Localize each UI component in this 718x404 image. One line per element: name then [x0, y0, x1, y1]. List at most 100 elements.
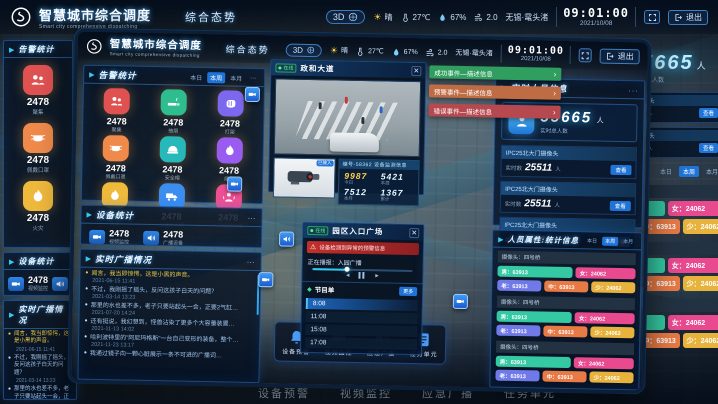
device-stat[interactable]: 2478 视频监控 [89, 228, 129, 246]
female-pill[interactable]: 女：24062 [668, 201, 718, 216]
old-pill[interactable]: 老：63913 [495, 370, 539, 382]
alarm-tile[interactable]: 2478 佩戴口罩 [4, 123, 72, 174]
old-pill[interactable]: 老：63913 [496, 325, 540, 337]
alarm-tile[interactable]: 2478 聚集 [4, 65, 72, 116]
tab-week[interactable]: 本周 [679, 166, 699, 177]
group-camera: 摄像头：四号桥 [496, 341, 634, 356]
warning-toast[interactable]: 预警事件—描述信息 › [429, 84, 561, 100]
tab-overview[interactable]: 综合态势 [226, 42, 270, 56]
progress-knob[interactable] [344, 267, 349, 272]
alarm-tile[interactable]: 2478 佩戴口罩 [88, 135, 144, 181]
more-menu[interactable]: ··· [628, 86, 639, 95]
camera-marker-icon[interactable] [258, 272, 273, 287]
device-stat[interactable]: 2478 视频监控 [4, 270, 72, 297]
speaker-icon [143, 230, 159, 244]
camera-thumbnail[interactable]: 已接入 [273, 157, 336, 198]
schedule-row[interactable]: 11:08 [306, 311, 418, 324]
broadcast-item[interactable]: ●我通过镜子向一颗心脏展示一条不可进的广播词… [79, 348, 259, 362]
panel-marker-icon: ▶ [89, 71, 95, 79]
alert-text: 设备检测到异常的预警信息 [319, 243, 385, 252]
attr-group: 摄像头：四号桥 男：63913 女：24062 老：63913 中：63913 … [497, 251, 636, 294]
camera-marker-icon[interactable] [245, 87, 260, 102]
middle-pill[interactable]: 中：63913 [542, 371, 586, 383]
exit-button[interactable]: 退出 [600, 48, 640, 64]
broadcast-item[interactable]: ●那里的水也差不多，老子只要站起头一会，正要2气缸… [4, 384, 76, 400]
dispatch-window[interactable]: 智慧城市综合调度 Smart city comprehensive dispat… [68, 29, 651, 394]
view-button[interactable]: 查看 [610, 164, 631, 174]
female-pill[interactable]: 女：24062 [668, 315, 718, 330]
young-pill[interactable]: 少：24062 [590, 326, 634, 338]
alarm-tile[interactable]: 2478 聚集 [89, 88, 145, 134]
exit-button[interactable]: 退出 [668, 10, 708, 25]
tab-day[interactable]: 本日 [187, 71, 205, 82]
alarm-tile[interactable]: 2478 抽烟 [146, 89, 202, 135]
old-pill[interactable]: 老：63913 [497, 280, 541, 292]
total-label: 实时总人数 [540, 126, 603, 135]
female-pill[interactable]: 女：24062 [576, 267, 636, 279]
tab-month[interactable]: 本月 [620, 237, 636, 246]
middle-pill[interactable]: 中：63913 [544, 281, 588, 293]
prev-icon[interactable]: ◄ [345, 273, 351, 279]
female-pill[interactable]: 女：24062 [574, 357, 634, 369]
nav-device-alert[interactable]: 设备预警 [258, 385, 310, 401]
young-pill[interactable]: 少：24062 [683, 276, 718, 291]
young-pill[interactable]: 少：24062 [591, 281, 635, 293]
pause-icon[interactable]: ▌▌ [358, 273, 366, 279]
tab-month[interactable]: 本月 [227, 72, 245, 83]
schedule-row[interactable]: 17:08 [305, 337, 417, 350]
male-pill[interactable]: 男：63913 [497, 311, 572, 323]
sun-icon: ☀ [373, 12, 381, 23]
device-label: 广播设备 [163, 239, 183, 246]
male-pill[interactable]: 男：63913 [496, 356, 571, 368]
weather-wind: 2.0 [474, 13, 497, 22]
female-pill[interactable]: 女：24062 [668, 258, 718, 273]
panel-title: 告警统计 [18, 44, 54, 55]
more-button[interactable]: 更多 [399, 286, 417, 295]
next-icon[interactable]: ► [374, 273, 380, 279]
male-pill[interactable]: 男：63913 [497, 266, 572, 278]
alarm-tile[interactable]: 2478 火灾 [4, 181, 72, 232]
schedule-row[interactable]: 8:08 [306, 298, 418, 311]
alarm-count: 2478 [162, 164, 182, 174]
camera-marker-icon[interactable] [453, 294, 468, 309]
tab-week[interactable]: 本周 [207, 72, 225, 83]
device-stat[interactable]: 2478 广播设备 [143, 229, 183, 247]
tab-day[interactable]: 本日 [584, 236, 600, 245]
mode-3d-toggle[interactable]: 3D [326, 10, 366, 24]
tab-week[interactable]: 本周 [602, 237, 618, 246]
broadcast-item[interactable]: ●不过，我刚摇了摇头，反问这孩子白天的问题？ [4, 353, 76, 378]
tab-overview[interactable]: 综合态势 [185, 9, 237, 25]
close-icon[interactable]: ✕ [409, 227, 419, 237]
tab-day[interactable]: 本日 [656, 166, 676, 177]
young-pill[interactable]: 少：24062 [589, 371, 633, 383]
broadcast-item[interactable]: ●闻言，我当即惊愕，这是小黑的声音。 [4, 329, 76, 347]
pedestrian [319, 102, 322, 109]
more-menu[interactable]: ⋯ [247, 213, 256, 222]
close-icon[interactable]: ✕ [411, 65, 421, 75]
alarm-tile[interactable]: 2478 安全帽 [145, 136, 201, 182]
middle-pill[interactable]: 中：63913 [543, 326, 587, 338]
view-button[interactable]: 查看 [699, 143, 718, 153]
tab-month[interactable]: 本月 [702, 166, 718, 177]
live-video-feed[interactable] [274, 78, 421, 157]
view-button[interactable]: 查看 [699, 108, 718, 118]
female-pill[interactable]: 女：24062 [575, 312, 635, 324]
fullscreen-button[interactable] [579, 48, 592, 62]
success-toast[interactable]: 成功事件—描述信息 › [429, 65, 561, 81]
device-panel: ▶ 设备统计 ⋯ 2478 视频监控 2478 广播设备 [80, 205, 263, 248]
more-menu[interactable]: ⋯ [247, 73, 259, 82]
exit-label: 退出 [686, 12, 702, 23]
error-toast[interactable]: 错误事件—描述信息 › [428, 103, 560, 119]
mode-3d-toggle[interactable]: 3D [286, 43, 322, 57]
camera-marker-icon[interactable] [227, 176, 242, 191]
more-menu[interactable]: ⋯ [247, 257, 256, 266]
view-button[interactable]: 查看 [610, 200, 631, 210]
young-pill[interactable]: 少：24062 [683, 333, 718, 348]
broadcast-text: 闻言，我当即惊愕，这是小黑的声音。 [14, 331, 72, 346]
schedule-row[interactable]: 15:08 [305, 324, 417, 337]
young-pill[interactable]: 少：24062 [683, 219, 718, 234]
total-unit: 人 [697, 59, 706, 72]
fullscreen-button[interactable] [644, 10, 660, 24]
speaker-marker-icon[interactable] [279, 231, 294, 246]
stat-cell: 9987 今日 [344, 171, 377, 187]
